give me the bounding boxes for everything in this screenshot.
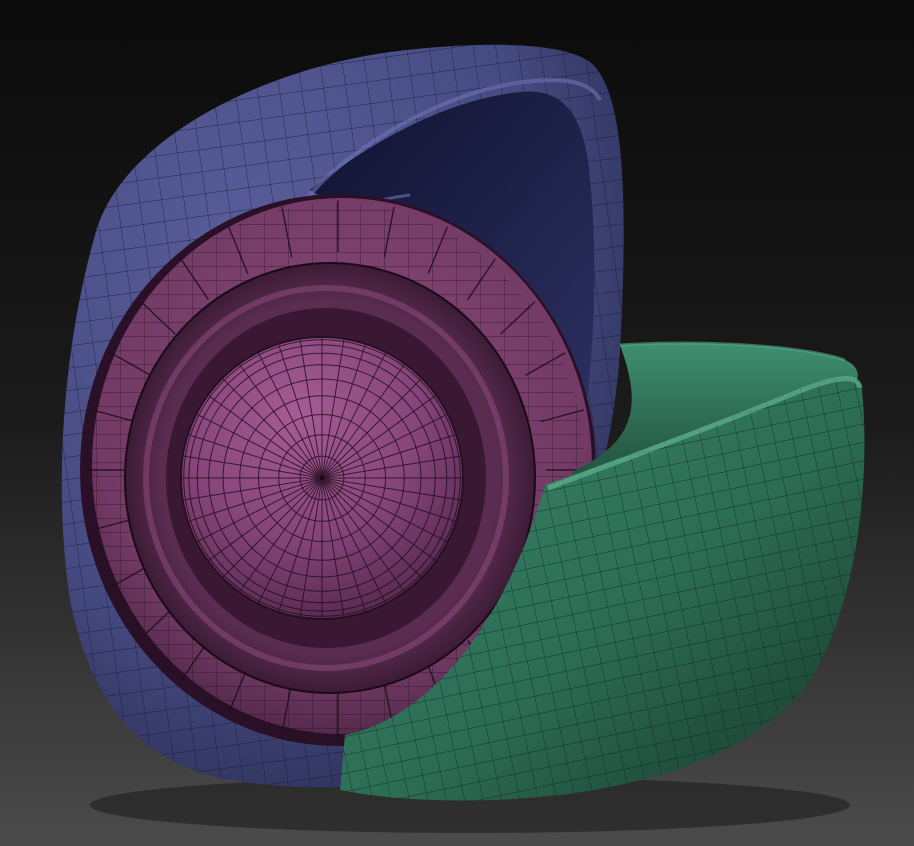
sculpt-scene [0, 0, 914, 846]
viewport-render [0, 0, 914, 846]
center-sphere [180, 336, 464, 620]
sphere-pole [319, 475, 325, 481]
